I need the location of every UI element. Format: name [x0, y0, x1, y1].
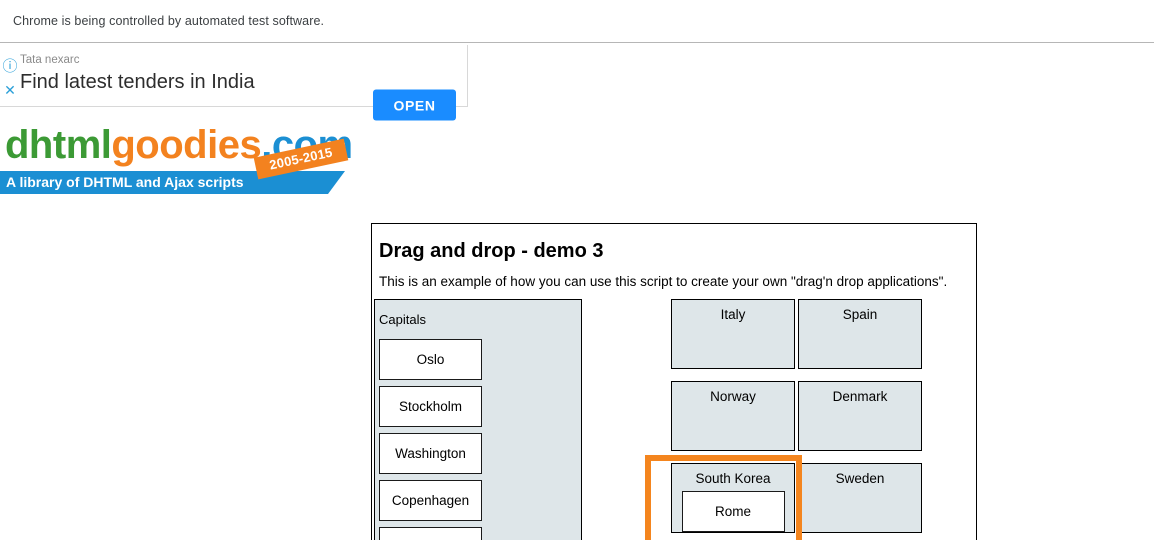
- drop-zone-label: Italy: [720, 307, 746, 322]
- drop-zone-label: Norway: [710, 389, 756, 404]
- logo-banner-fold: [328, 171, 345, 194]
- drop-target-grid: Italy Spain Norway Denmark South Korea R…: [671, 299, 931, 540]
- drop-zone-spain[interactable]: Spain: [798, 299, 922, 369]
- ad-headline[interactable]: Find latest tenders in India: [20, 69, 255, 95]
- logo-part-goodies: goodies: [111, 123, 262, 167]
- chrome-automation-infobar: Chrome is being controlled by automated …: [0, 0, 1154, 43]
- close-x-icon[interactable]: ✕: [4, 83, 16, 97]
- dropped-capital-rome[interactable]: Rome: [681, 491, 785, 532]
- ad-open-button[interactable]: OPEN: [373, 89, 456, 121]
- draggable-capital-copenhagen[interactable]: Copenhagen: [379, 480, 482, 521]
- ad-text-block: Tata nexarc Find latest tenders in India: [20, 53, 255, 95]
- drop-zone-label: South Korea: [695, 471, 771, 486]
- ad-badge-column: ⓘ ✕: [1, 59, 19, 97]
- drop-zone-label: Spain: [842, 307, 878, 322]
- page-title: Drag and drop - demo 3: [379, 240, 604, 262]
- logo-tagline-text: A library of DHTML and Ajax scripts: [6, 174, 244, 190]
- drop-zone-label: Denmark: [832, 389, 888, 404]
- drop-zone-norway[interactable]: Norway: [671, 381, 795, 451]
- draggable-capital-washington[interactable]: Washington: [379, 433, 482, 474]
- draggable-capital-stockholm[interactable]: Stockholm: [379, 386, 482, 427]
- draggable-capital-oslo[interactable]: Oslo: [379, 339, 482, 380]
- drop-zone-south-korea[interactable]: South Korea Rome: [671, 463, 795, 533]
- capitals-panel-label: Capitals: [379, 312, 426, 327]
- drop-zone-italy[interactable]: Italy: [671, 299, 795, 369]
- automation-notice-text: Chrome is being controlled by automated …: [13, 14, 325, 28]
- ad-banner: ⓘ ✕ Tata nexarc Find latest tenders in I…: [0, 45, 468, 121]
- ad-advertiser-name: Tata nexarc: [20, 54, 80, 66]
- drop-zone-label: Sweden: [835, 471, 885, 486]
- demo-description: This is an example of how you can use th…: [379, 274, 948, 289]
- logo-part-dhtml: dhtml: [5, 123, 112, 167]
- drop-zone-denmark[interactable]: Denmark: [798, 381, 922, 451]
- draggable-capital-partial[interactable]: [379, 527, 482, 540]
- site-logo[interactable]: dhtmlgoodies.com A library of DHTML and …: [0, 122, 400, 198]
- info-circle-icon[interactable]: ⓘ: [2, 59, 17, 74]
- capitals-source-panel: Capitals Oslo Stockholm Washington Copen…: [374, 299, 582, 540]
- drop-zone-sweden[interactable]: Sweden: [798, 463, 922, 533]
